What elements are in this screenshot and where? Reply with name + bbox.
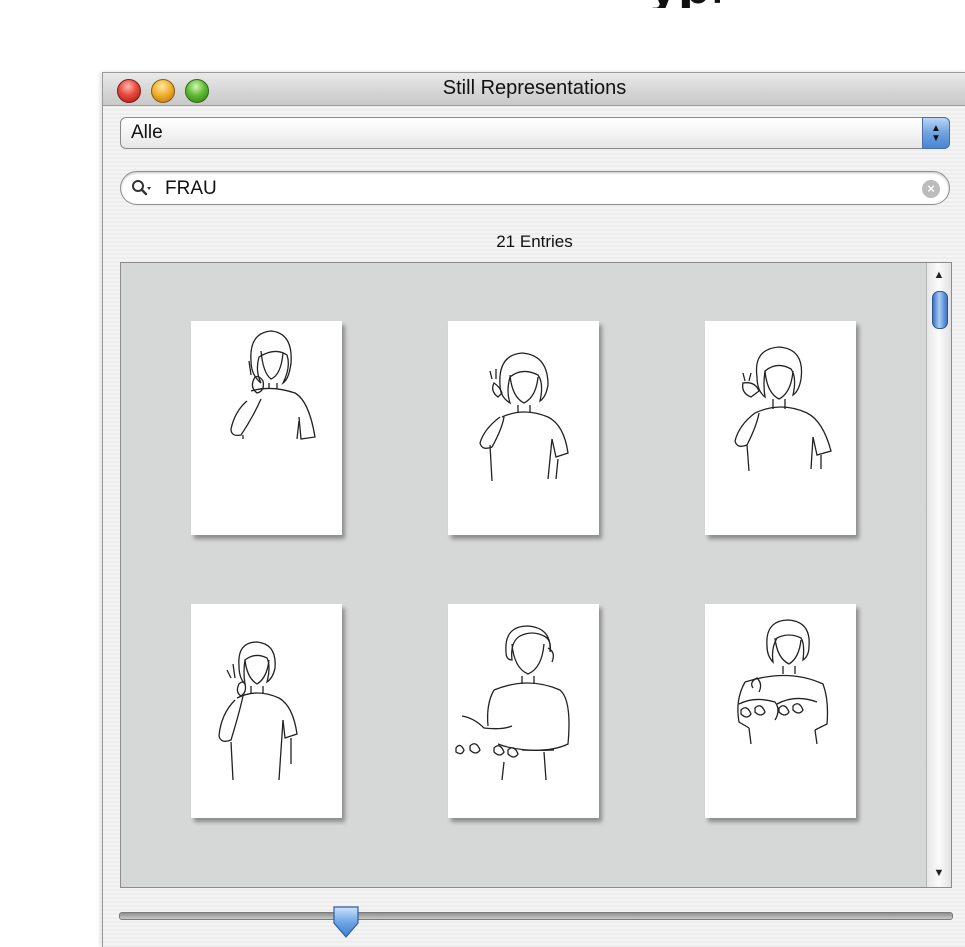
entries-count: 21 Entries bbox=[496, 232, 573, 251]
thumbnail-grid bbox=[121, 263, 927, 887]
search-field[interactable]: FRAU × bbox=[120, 171, 950, 205]
sign-thumbnail-6[interactable] bbox=[705, 604, 856, 818]
sign-drawing-4 bbox=[218, 641, 298, 781]
title-bar[interactable]: Still Representations bbox=[103, 73, 965, 106]
sign-drawing-3 bbox=[734, 346, 832, 472]
thumbnail-gallery: ▲ ▼ bbox=[120, 262, 952, 888]
sign-thumbnail-2[interactable] bbox=[448, 321, 599, 535]
sign-drawing-2 bbox=[479, 352, 569, 482]
sign-drawing-1 bbox=[230, 330, 316, 440]
popup-arrows-icon[interactable]: ▲ ▼ bbox=[922, 117, 950, 149]
thumbnail-size-slider[interactable] bbox=[119, 912, 953, 920]
filter-popup[interactable]: Alle ▲ ▼ bbox=[120, 117, 950, 149]
sign-thumbnail-4[interactable] bbox=[191, 604, 342, 818]
filter-popup-value: Alle bbox=[131, 122, 163, 143]
window-title: Still Representations bbox=[442, 77, 627, 99]
sign-thumbnail-3[interactable] bbox=[705, 321, 856, 535]
sign-drawing-5 bbox=[455, 625, 570, 781]
search-icon[interactable] bbox=[131, 179, 151, 199]
vertical-scrollbar[interactable]: ▲ ▼ bbox=[926, 263, 951, 887]
sign-thumbnail-1[interactable] bbox=[191, 321, 342, 535]
scroll-up-icon[interactable]: ▲ bbox=[927, 269, 951, 281]
sign-thumbnail-5[interactable] bbox=[448, 604, 599, 818]
clear-search-icon[interactable]: × bbox=[922, 180, 940, 198]
scrollbar-thumb[interactable] bbox=[932, 291, 948, 329]
scroll-down-icon[interactable]: ▼ bbox=[927, 867, 951, 879]
slider-knob[interactable] bbox=[332, 905, 360, 939]
clipped-heading-fragment: ypi bbox=[620, 0, 720, 8]
search-input[interactable]: FRAU bbox=[165, 178, 217, 200]
sign-drawing-6 bbox=[737, 619, 829, 745]
still-representations-window: Still Representations Alle ▲ ▼ FRAU × 21 … bbox=[102, 72, 965, 947]
